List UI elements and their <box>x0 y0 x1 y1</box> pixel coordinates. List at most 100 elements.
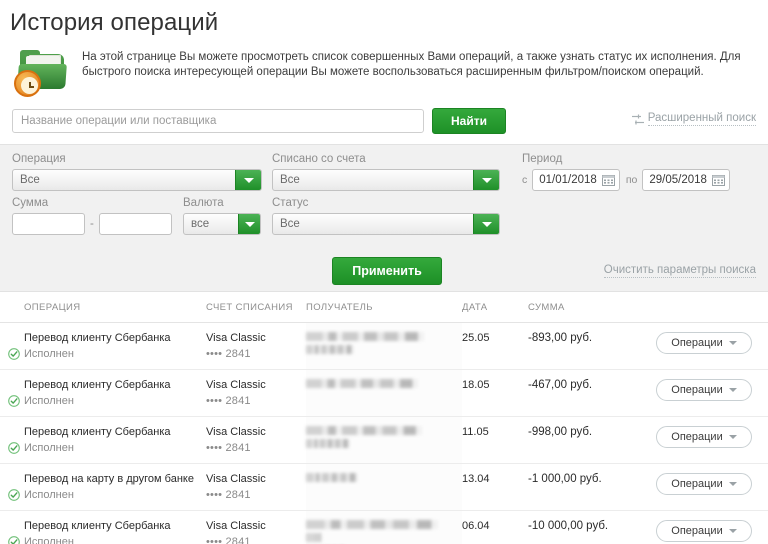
amount-from-input[interactable] <box>12 213 85 235</box>
table-row[interactable]: Перевод клиенту Сбербанка Исполнен Visa … <box>0 369 768 417</box>
row-operations-button[interactable]: Операции <box>656 379 752 401</box>
cell-operation: Перевод клиенту Сбербанка Исполнен <box>0 322 206 370</box>
col-account: СЧЕТ СПИСАНИЯ <box>206 292 306 323</box>
account-name: Visa Classic <box>206 520 266 532</box>
chevron-down-icon <box>728 435 737 439</box>
cell-actions: Операции <box>656 416 768 464</box>
check-circle-icon <box>8 442 20 454</box>
chevron-down-icon[interactable] <box>473 214 499 234</box>
account-select-value: Все <box>280 174 300 186</box>
cell-amount: -893,00 руб. <box>528 322 656 370</box>
cell-account: Visa Classic •••• 2841 <box>206 510 306 544</box>
amount-to-input[interactable] <box>98 213 172 235</box>
row-operations-button[interactable]: Операции <box>656 473 752 495</box>
chevron-down-icon[interactable] <box>473 170 499 190</box>
operation-status-label: Исполнен <box>24 442 74 454</box>
account-select[interactable]: Все <box>272 169 500 191</box>
cell-actions: Операции <box>656 510 768 544</box>
status-select[interactable]: Все <box>272 213 500 235</box>
period-to-value: 29/05/2018 <box>649 174 707 186</box>
currency-select[interactable]: все <box>183 213 261 235</box>
cell-account: Visa Classic •••• 2841 <box>206 416 306 464</box>
row-operations-label: Операции <box>671 478 723 490</box>
chevron-down-icon[interactable] <box>238 214 260 234</box>
cell-date: 25.05 <box>462 322 528 370</box>
operation-select[interactable]: Все <box>12 169 262 191</box>
cell-operation: Перевод клиенту Сбербанка Исполнен <box>0 416 206 464</box>
chevron-down-icon[interactable] <box>235 170 261 190</box>
cell-amount: -998,00 руб. <box>528 416 656 464</box>
row-operations-button[interactable]: Операции <box>656 426 752 448</box>
cell-recipient <box>306 510 462 544</box>
filter-status-label: Статус <box>272 197 309 209</box>
operation-amount: -10 000,00 руб. <box>528 520 609 532</box>
row-operations-button[interactable]: Операции <box>656 520 752 542</box>
account-name: Visa Classic <box>206 473 266 485</box>
period-to-prefix: по <box>625 174 638 186</box>
chevron-down-icon <box>728 529 737 533</box>
operation-status-label: Исполнен <box>24 536 74 544</box>
period-to-field[interactable]: 29/05/2018 <box>642 169 730 191</box>
redacted-recipient <box>306 379 418 388</box>
chevron-down-icon <box>728 341 737 345</box>
operation-status-label: Исполнен <box>24 489 74 501</box>
table-row[interactable]: Перевод на карту в другом банке Исполнен… <box>0 463 768 511</box>
search-input[interactable] <box>12 109 424 133</box>
table-row[interactable]: Перевод клиенту Сбербанка Исполнен Visa … <box>0 322 768 370</box>
filter-currency-label: Валюта <box>183 197 224 209</box>
operation-status-label: Исполнен <box>24 395 74 407</box>
redacted-recipient <box>306 533 322 542</box>
account-number: •••• 2841 <box>206 536 251 544</box>
account-name: Visa Classic <box>206 379 266 391</box>
row-operations-label: Операции <box>671 384 723 396</box>
row-operations-button[interactable]: Операции <box>656 332 752 354</box>
account-name: Visa Classic <box>206 332 266 344</box>
operation-date: 06.04 <box>462 520 490 532</box>
row-operations-label: Операции <box>671 431 723 443</box>
cell-actions: Операции <box>656 322 768 370</box>
clear-filters-link[interactable]: Очистить параметры поиска <box>603 264 756 278</box>
cell-date: 13.04 <box>462 463 528 511</box>
period-from-value: 01/01/2018 <box>539 174 597 186</box>
operation-status-label: Исполнен <box>24 348 74 360</box>
cell-date: 11.05 <box>462 416 528 464</box>
filter-period: Период с 01/01/2018 по 29/05/2018 <box>522 153 756 191</box>
operation-select-value: Все <box>20 174 40 186</box>
row-operations-label: Операции <box>671 525 723 537</box>
table-row[interactable]: Перевод клиенту Сбербанка Исполнен Visa … <box>0 510 768 544</box>
calendar-icon[interactable] <box>601 174 615 186</box>
period-from-field[interactable]: 01/01/2018 <box>532 169 620 191</box>
filter-account: Списано со счета Все <box>272 153 500 191</box>
calendar-icon[interactable] <box>711 174 725 186</box>
cell-amount: -1 000,00 руб. <box>528 463 656 511</box>
advanced-search[interactable]: Расширенный поиск <box>631 112 756 126</box>
operation-name: Перевод клиенту Сбербанка <box>24 379 171 391</box>
apply-button[interactable]: Применить <box>332 257 442 285</box>
cell-account: Visa Classic •••• 2841 <box>206 463 306 511</box>
table-body: Перевод клиенту Сбербанка Исполнен Visa … <box>0 322 768 544</box>
find-button[interactable]: Найти <box>432 108 506 134</box>
cell-operation: Перевод клиенту Сбербанка Исполнен <box>0 369 206 417</box>
intro-text: На этой странице Вы можете просмотреть с… <box>82 51 741 78</box>
operation-date: 18.05 <box>462 379 490 391</box>
account-number: •••• 2841 <box>206 348 251 360</box>
table-row[interactable]: Перевод клиенту Сбербанка Исполнен Visa … <box>0 416 768 464</box>
account-number: •••• 2841 <box>206 442 251 454</box>
advanced-search-label[interactable]: Расширенный поиск <box>647 112 756 126</box>
redacted-recipient <box>306 439 350 448</box>
operation-name: Перевод клиенту Сбербанка <box>24 332 171 344</box>
cell-amount: -10 000,00 руб. <box>528 510 656 544</box>
apply-row: Применить Очистить параметры поиска <box>0 257 768 285</box>
cell-account: Visa Classic •••• 2841 <box>206 322 306 370</box>
redacted-recipient <box>306 473 358 482</box>
cell-account: Visa Classic •••• 2841 <box>206 369 306 417</box>
redacted-recipient <box>306 520 438 529</box>
operation-date: 13.04 <box>462 473 490 485</box>
col-actions <box>656 292 768 323</box>
operation-status: Исполнен <box>8 536 206 544</box>
cell-date: 18.05 <box>462 369 528 417</box>
account-number: •••• 2841 <box>206 489 251 501</box>
redacted-recipient <box>306 345 354 354</box>
filter-amount: Сумма - <box>12 197 177 235</box>
operation-name: Перевод на карту в другом банке <box>24 473 194 485</box>
